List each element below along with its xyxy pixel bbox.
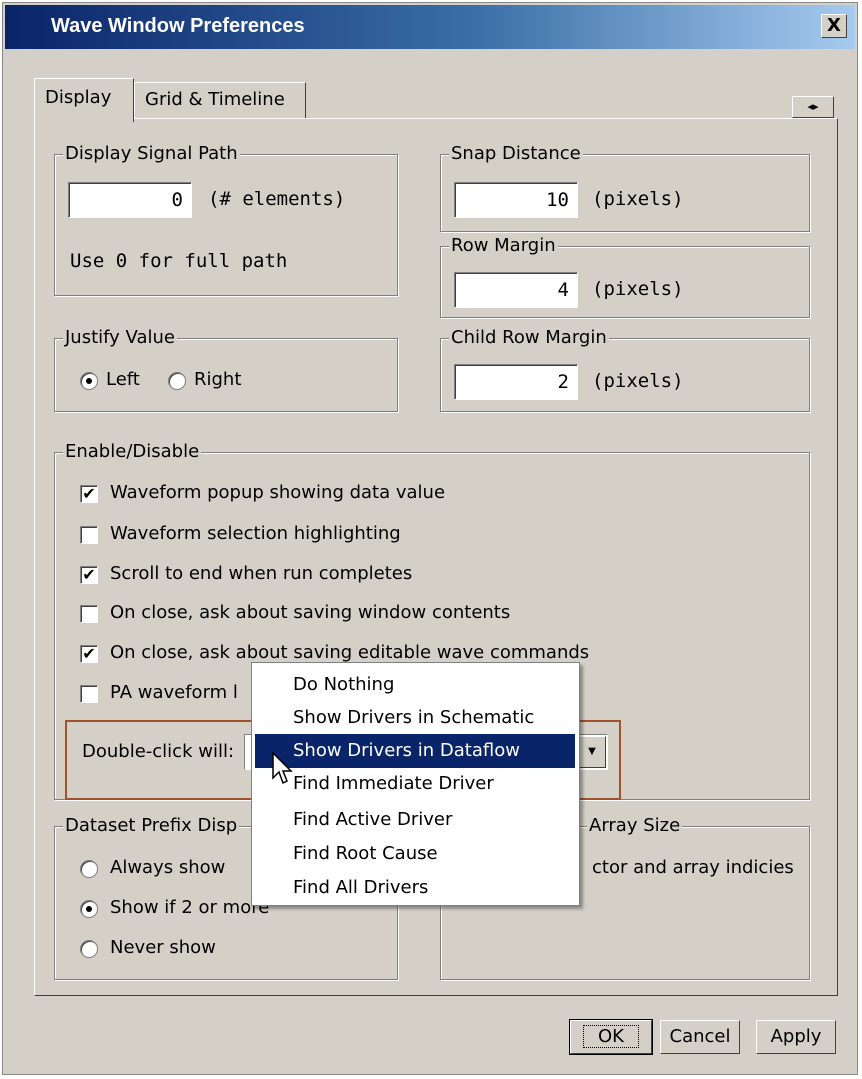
tab-display[interactable]: Display	[34, 78, 134, 122]
justify-right-label[interactable]: Right	[194, 369, 241, 390]
window-title: Wave Window Preferences	[51, 15, 305, 37]
dataset-if2-radio[interactable]	[80, 900, 98, 918]
justify-value-legend: Justify Value	[63, 327, 177, 348]
row-margin-input[interactable]: 4	[454, 272, 578, 308]
checkbox-save-wave-commands[interactable]: ✔	[80, 645, 98, 663]
label-popup-data-value[interactable]: Waveform popup showing data value	[110, 482, 445, 503]
dataset-always-radio[interactable]	[80, 860, 98, 878]
close-button[interactable]: X	[821, 14, 847, 38]
dropdown-item-root-cause[interactable]: Find Root Cause	[255, 837, 575, 871]
label-pa-waveform[interactable]: PA waveform l	[110, 682, 238, 703]
dropdown-item-immediate-driver[interactable]: Find Immediate Driver	[255, 767, 575, 801]
child-row-margin-unit: (pixels)	[592, 370, 684, 392]
title-bar[interactable]: Wave Window Preferences X	[5, 5, 855, 49]
justify-left-label[interactable]: Left	[106, 369, 140, 390]
dataset-prefix-legend: Dataset Prefix Disp	[63, 815, 240, 836]
dropdown-item-dataflow[interactable]: Show Drivers in Dataflow	[255, 734, 575, 768]
dropdown-item-all-drivers[interactable]: Find All Drivers	[255, 871, 575, 905]
checkbox-popup-data-value[interactable]: ✔	[80, 485, 98, 503]
child-row-margin-input[interactable]: 2	[454, 364, 578, 400]
dataset-never-radio[interactable]	[80, 940, 98, 958]
array-size-text[interactable]: ctor and array indicies	[592, 857, 794, 878]
signal-path-input[interactable]: 0	[68, 182, 192, 218]
signal-path-legend: Display Signal Path	[63, 143, 240, 164]
apply-button[interactable]: Apply	[756, 1020, 836, 1054]
double-click-label: Double-click will:	[82, 741, 235, 762]
tab-scroll-arrows-icon[interactable]: ◂▸	[792, 96, 834, 118]
signal-path-hint: Use 0 for full path	[70, 250, 288, 272]
label-scroll-to-end[interactable]: Scroll to end when run completes	[110, 563, 412, 584]
ok-button[interactable]: OK	[569, 1019, 653, 1055]
child-row-margin-legend: Child Row Margin	[449, 327, 609, 348]
row-margin-unit: (pixels)	[592, 278, 684, 300]
snap-distance-input[interactable]: 10	[454, 182, 578, 218]
double-click-dropdown-list: Do Nothing Show Drivers in Schematic Sho…	[251, 662, 580, 906]
justify-right-radio[interactable]	[168, 372, 186, 390]
checkbox-pa-waveform[interactable]	[80, 685, 98, 703]
label-save-wave-commands[interactable]: On close, ask about saving editable wave…	[110, 642, 589, 663]
row-margin-legend: Row Margin	[449, 235, 558, 256]
checkbox-selection-highlighting[interactable]	[80, 526, 98, 544]
dataset-never-label[interactable]: Never show	[110, 937, 216, 958]
tab-grid-timeline[interactable]: Grid & Timeline	[134, 82, 306, 118]
checkbox-save-window-contents[interactable]	[80, 605, 98, 623]
checkbox-scroll-to-end[interactable]: ✔	[80, 566, 98, 584]
dataset-if2-label[interactable]: Show if 2 or more	[110, 897, 269, 918]
snap-distance-unit: (pixels)	[592, 188, 684, 210]
ok-label: OK	[583, 1025, 639, 1048]
array-size-legend: Array Size	[587, 815, 683, 836]
dataset-always-label[interactable]: Always show	[110, 857, 225, 878]
label-save-window-contents[interactable]: On close, ask about saving window conten…	[110, 602, 510, 623]
justify-left-radio[interactable]	[80, 372, 98, 390]
dropdown-item-schematic[interactable]: Show Drivers in Schematic	[255, 701, 575, 735]
snap-distance-legend: Snap Distance	[449, 143, 583, 164]
dropdown-item-active-driver[interactable]: Find Active Driver	[255, 803, 575, 837]
label-selection-highlighting[interactable]: Waveform selection highlighting	[110, 523, 401, 544]
mouse-pointer-icon	[272, 752, 293, 785]
signal-path-unit: (# elements)	[208, 188, 346, 210]
cancel-button[interactable]: Cancel	[660, 1020, 740, 1054]
enable-disable-legend: Enable/Disable	[63, 441, 202, 462]
signal-path-group: Display Signal Path	[54, 143, 398, 296]
dropdown-item-do-nothing[interactable]: Do Nothing	[255, 668, 575, 702]
combo-arrow-icon[interactable]: ▼	[578, 736, 606, 768]
